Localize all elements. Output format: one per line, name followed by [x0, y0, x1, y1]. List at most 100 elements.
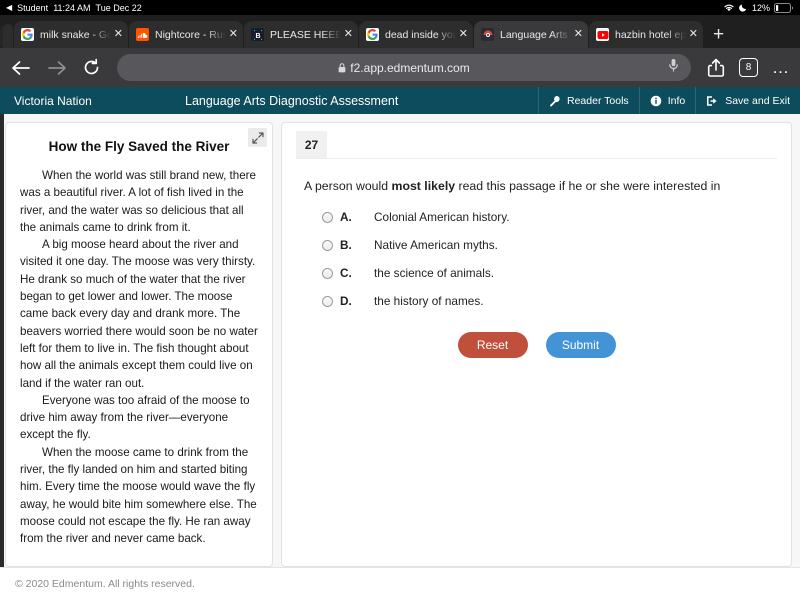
expand-icon[interactable]	[248, 128, 267, 147]
action-buttons: Reset Submit	[282, 332, 791, 358]
status-bar-left: ◀ Student 11:24 AM Tue Dec 22	[6, 3, 142, 13]
question-stem-emphasis: most likely	[392, 179, 456, 193]
reader-tools-label: Reader Tools	[567, 95, 629, 107]
page-scrollbar[interactable]	[0, 114, 4, 567]
info-icon	[650, 95, 662, 107]
tab-close-icon[interactable]: ✕	[229, 29, 238, 40]
radio-button-a[interactable]	[322, 212, 333, 223]
back-to-app-icon[interactable]: ◀	[6, 4, 12, 12]
radio-button-b[interactable]	[322, 240, 333, 251]
option-text: the science of animals.	[374, 266, 494, 280]
assessment-header: Victoria Nation Language Arts Diagnostic…	[0, 87, 800, 114]
info-label: Info	[668, 95, 686, 107]
save-and-exit-label: Save and Exit	[725, 95, 790, 107]
battery-icon	[774, 3, 794, 13]
browser-tab-strip: milk snake - Go ✕ Nightcore - Rus ✕ B PL…	[0, 15, 800, 48]
microphone-icon[interactable]	[668, 58, 679, 78]
answer-option-c[interactable]: C. the science of animals.	[322, 266, 791, 280]
reset-button[interactable]: Reset	[458, 332, 528, 358]
tab-close-icon[interactable]: ✕	[574, 29, 583, 40]
status-time: 11:24 AM	[53, 3, 90, 13]
edmentum-app-page: Victoria Nation Language Arts Diagnostic…	[0, 87, 800, 600]
tab-title: milk snake - Go	[40, 29, 111, 41]
reload-icon[interactable]	[82, 58, 101, 77]
student-name-label: Victoria Nation	[0, 87, 185, 114]
tab-close-icon[interactable]: ✕	[344, 29, 353, 40]
tab-close-icon[interactable]: ✕	[459, 29, 468, 40]
svg-text:B: B	[255, 32, 260, 39]
copyright-label: © 2020 Edmentum. All rights reserved.	[15, 578, 195, 590]
passage-paragraph: When the moose came to drink from the ri…	[20, 444, 258, 548]
answer-option-a[interactable]: A. Colonial American history.	[322, 210, 791, 224]
passage-title: How the Fly Saved the River	[20, 139, 258, 154]
browser-tab-active[interactable]: Language Arts ✕	[474, 21, 588, 48]
question-stem-after: read this passage if he or she were inte…	[455, 179, 720, 193]
save-and-exit-button[interactable]: Save and Exit	[695, 87, 800, 114]
option-text: the history of names.	[374, 294, 484, 308]
ios-status-bar: ◀ Student 11:24 AM Tue Dec 22 12%	[0, 0, 800, 15]
option-text: Colonial American history.	[374, 210, 510, 224]
assessment-body: How the Fly Saved the River When the wor…	[0, 114, 800, 567]
tab-close-icon[interactable]: ✕	[114, 29, 123, 40]
passage-paragraph: Everyone was too afraid of the moose to …	[20, 392, 258, 444]
status-date: Tue Dec 22	[96, 3, 142, 13]
wrench-icon	[549, 95, 561, 107]
tab-title: hazbin hotel ep	[615, 29, 686, 41]
radio-button-d[interactable]	[322, 296, 333, 307]
reader-tools-button[interactable]: Reader Tools	[538, 87, 639, 114]
google-favicon	[21, 28, 34, 41]
soundcloud-favicon	[136, 28, 149, 41]
question-number: 27	[296, 131, 327, 158]
answer-option-d[interactable]: D. the history of names.	[322, 294, 791, 308]
option-text: Native American myths.	[374, 238, 498, 252]
submit-button[interactable]: Submit	[546, 332, 616, 358]
question-panel: 27 A person would most likely read this …	[281, 122, 792, 567]
tab-title: Nightcore - Rus	[155, 29, 226, 41]
share-icon[interactable]	[707, 58, 725, 78]
passage-body: When the world was still brand new, ther…	[20, 167, 258, 548]
url-host-label: f2.app.edmentum.com	[350, 61, 469, 75]
tab-title: Language Arts	[500, 29, 571, 41]
answer-option-b[interactable]: B. Native American myths.	[322, 238, 791, 252]
browser-toolbar: f2.app.edmentum.com 8 …	[0, 48, 800, 87]
option-letter: C.	[340, 266, 374, 280]
browser-tab[interactable]: B PLEASE HEEEE ✕	[244, 21, 358, 48]
browser-tab[interactable]: dead inside you ✕	[359, 21, 473, 48]
exit-icon	[706, 95, 719, 107]
browser-tab[interactable]: Nightcore - Rus ✕	[129, 21, 243, 48]
question-number-row: 27	[296, 131, 777, 159]
tab-title: PLEASE HEEEE	[270, 29, 341, 41]
option-letter: B.	[340, 238, 374, 252]
option-letter: D.	[340, 294, 374, 308]
youtube-favicon	[596, 28, 609, 41]
radio-button-c[interactable]	[322, 268, 333, 279]
lock-icon	[338, 63, 346, 73]
browser-tab[interactable]: milk snake - Go ✕	[14, 21, 128, 48]
back-to-app-label[interactable]: Student	[17, 3, 48, 13]
tab-close-icon[interactable]: ✕	[689, 29, 698, 40]
passage-paragraph: A big moose heard about the river and vi…	[20, 236, 258, 392]
forward-arrow-icon[interactable]	[46, 59, 68, 77]
browser-tab[interactable]: hazbin hotel ep ✕	[589, 21, 703, 48]
page-footer: © 2020 Edmentum. All rights reserved.	[0, 567, 800, 600]
wifi-icon	[723, 3, 735, 12]
tab-count-button[interactable]: 8	[739, 58, 758, 77]
assessment-title: Language Arts Diagnostic Assessment	[185, 87, 538, 114]
passage-panel: How the Fly Saved the River When the wor…	[5, 122, 273, 567]
new-tab-button[interactable]: +	[713, 25, 724, 44]
edmentum-favicon	[481, 28, 494, 41]
tab-title: dead inside you	[385, 29, 456, 41]
more-options-icon[interactable]: …	[772, 62, 790, 74]
brainly-favicon: B	[251, 28, 264, 41]
status-bar-right: 12%	[723, 0, 794, 15]
question-stem: A person would most likely read this pas…	[304, 179, 771, 193]
answer-options: A. Colonial American history. B. Native …	[322, 210, 791, 308]
tab-stack-edge	[6, 22, 14, 48]
url-bar[interactable]: f2.app.edmentum.com	[117, 54, 691, 81]
passage-paragraph: When the world was still brand new, ther…	[20, 167, 258, 236]
moon-icon	[739, 3, 748, 12]
option-letter: A.	[340, 210, 374, 224]
back-arrow-icon[interactable]	[10, 59, 32, 77]
info-button[interactable]: Info	[639, 87, 696, 114]
google-favicon	[366, 28, 379, 41]
